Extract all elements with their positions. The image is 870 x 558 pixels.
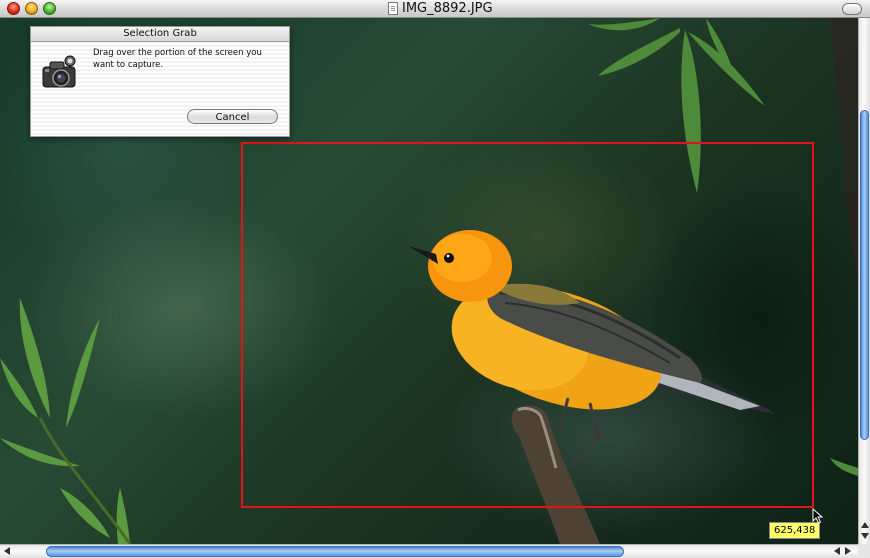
scroll-down-arrow-icon[interactable]: [861, 533, 869, 539]
vertical-scroll-thumb[interactable]: [860, 110, 869, 440]
dialog-message: Drag over the portion of the screen you …: [93, 48, 262, 70]
horizontal-scroll-thumb[interactable]: [46, 546, 624, 557]
resize-grow-box[interactable]: [858, 544, 870, 558]
mouse-cursor-icon: [812, 508, 824, 524]
scroll-left-arrow-icon[interactable]: [834, 547, 840, 555]
vertical-scrollbar[interactable]: [858, 18, 870, 544]
leaves-bottom-left: [0, 298, 130, 544]
camera-icon: [42, 55, 76, 88]
selection-rectangle[interactable]: [241, 142, 814, 508]
cancel-button[interactable]: Cancel: [187, 109, 278, 124]
title-bar[interactable]: IMG_8892.JPG: [0, 0, 870, 18]
selection-grab-dialog: Selection Grab Drag over the portion of …: [30, 26, 290, 137]
scroll-up-arrow-icon[interactable]: [861, 522, 869, 528]
preview-window: IMG_8892.JPG 625,438 Selection Grab Drag…: [0, 0, 870, 558]
cursor-coordinates-readout: 625,438: [769, 522, 821, 539]
scroll-right-arrow-icon[interactable]: [845, 547, 851, 555]
toolbar-toggle-button[interactable]: [842, 3, 862, 15]
minimize-window-button[interactable]: [25, 2, 38, 15]
document-icon[interactable]: [388, 2, 398, 15]
scroll-left-edge-arrow-icon[interactable]: [4, 547, 10, 555]
zoom-window-button[interactable]: [43, 2, 56, 15]
horizontal-scrollbar[interactable]: [0, 544, 870, 558]
dialog-title: Selection Grab: [31, 27, 289, 42]
close-window-button[interactable]: [7, 2, 20, 15]
window-title: IMG_8892.JPG: [402, 1, 493, 16]
